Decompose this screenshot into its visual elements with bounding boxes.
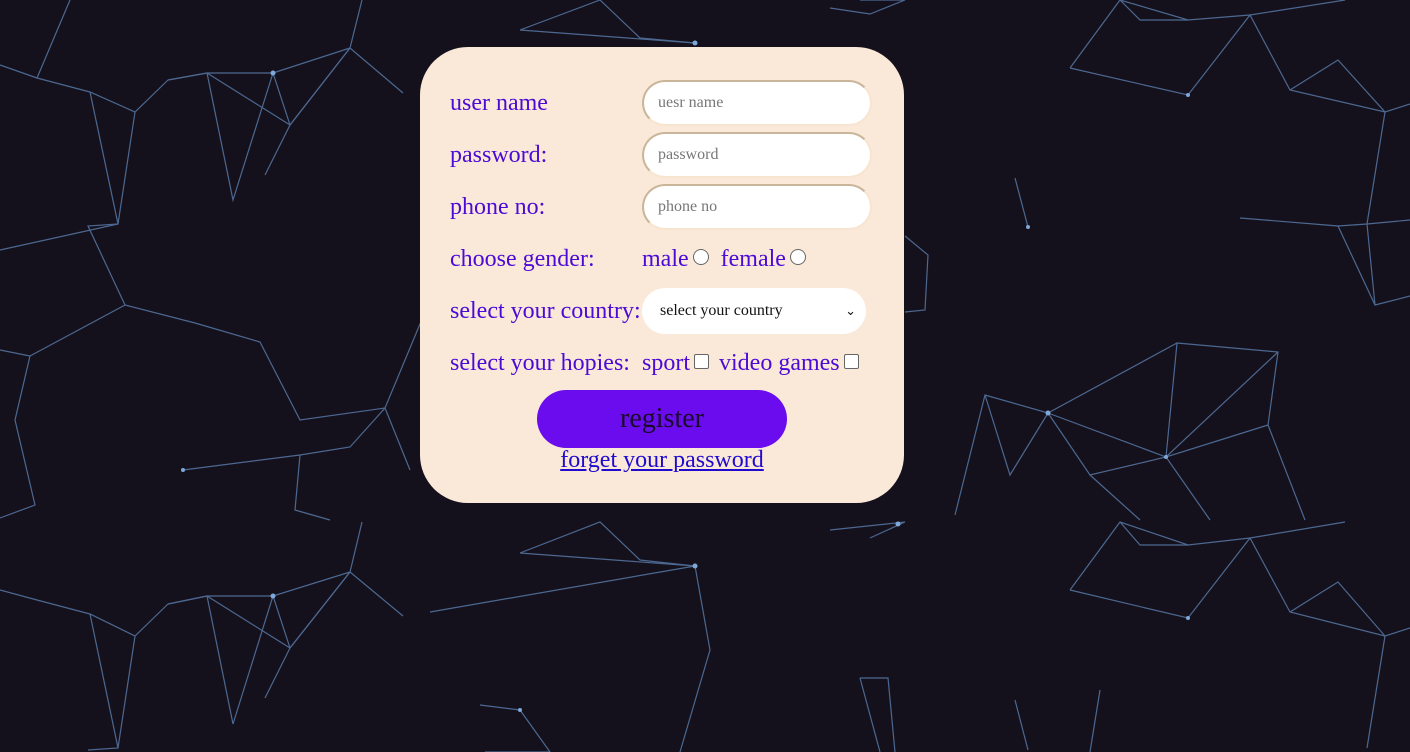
phone-input[interactable] <box>642 184 872 230</box>
username-row: user name <box>450 79 880 127</box>
hobby-sport-label: sport <box>642 349 690 376</box>
username-input[interactable] <box>642 80 872 126</box>
hobby-video-games-label: video games <box>719 349 840 376</box>
gender-male-radio[interactable] <box>692 249 709 265</box>
gender-option-male-label: male <box>642 245 689 272</box>
password-row: password: <box>450 131 880 179</box>
hobbies-label: select your hopies: <box>450 349 630 376</box>
hobbies-options: sport video games <box>642 350 869 377</box>
forget-password-link[interactable]: forget your password <box>420 447 904 474</box>
password-label: password: <box>450 141 548 168</box>
password-input[interactable] <box>642 132 872 178</box>
hobby-video-games-checkbox[interactable] <box>843 353 859 369</box>
phone-label: phone no: <box>450 193 546 220</box>
username-label: user name <box>450 89 548 116</box>
phone-row: phone no: <box>450 183 880 231</box>
country-select-value: select your country <box>660 302 783 319</box>
country-label: select your country: <box>450 297 641 324</box>
chevron-down-icon: ⌄ <box>845 303 856 319</box>
hobbies-row: select your hopies: sport video games <box>450 339 880 387</box>
country-row: select your country: select your country… <box>450 287 880 335</box>
gender-option-female-label: female <box>720 245 786 272</box>
hobby-sport-checkbox[interactable] <box>694 353 709 369</box>
register-button[interactable]: register <box>537 390 787 448</box>
registration-card: user name password: phone no: choose gen… <box>420 47 904 503</box>
gender-female-radio[interactable] <box>789 249 806 265</box>
gender-options: male female <box>642 246 818 273</box>
gender-row: choose gender: male female <box>450 235 880 283</box>
country-select[interactable]: select your country ⌄ <box>642 288 866 334</box>
gender-label: choose gender: <box>450 245 595 272</box>
